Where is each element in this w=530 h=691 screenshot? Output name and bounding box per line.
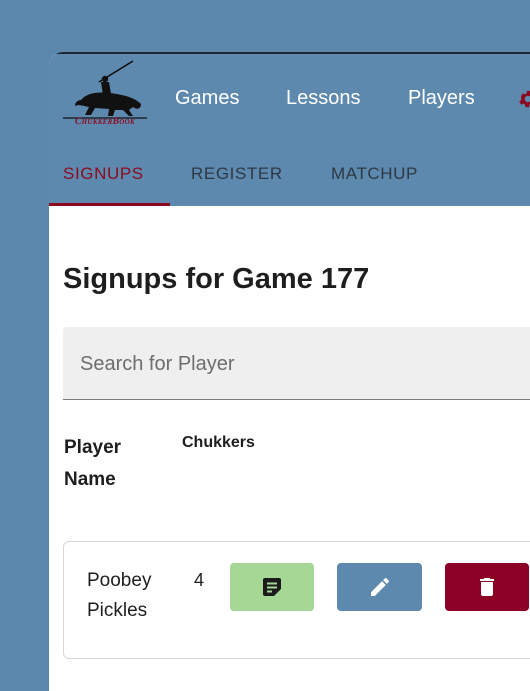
- chukkerbook-logo[interactable]: ChukkerBook: [61, 60, 149, 127]
- logo-text: ChukkerBook: [75, 117, 135, 127]
- top-navbar: ChukkerBook Games Lessons Players: [49, 52, 530, 143]
- trash-icon: [480, 578, 494, 596]
- table-row: Poobey Pickles 4: [63, 541, 530, 659]
- notes-button[interactable]: [230, 563, 314, 611]
- edit-button[interactable]: [337, 563, 422, 611]
- tab-signups[interactable]: SIGNUPS: [63, 164, 144, 184]
- nav-link-games[interactable]: Games: [175, 87, 239, 110]
- tab-bar: SIGNUPS REGISTER MATCHUP: [49, 143, 530, 206]
- notes-icon: [263, 578, 281, 596]
- nav-link-lessons[interactable]: Lessons: [286, 87, 361, 110]
- delete-button[interactable]: [445, 563, 529, 611]
- column-header-chukkers: Chukkers: [182, 434, 255, 451]
- page-title: Signups for Game 177: [63, 263, 370, 295]
- column-header-player-name: Player Name: [64, 437, 122, 490]
- active-tab-indicator: [49, 203, 170, 206]
- gear-icon[interactable]: [517, 88, 530, 110]
- pencil-icon: [370, 578, 389, 596]
- tab-matchup[interactable]: MATCHUP: [331, 164, 418, 184]
- tab-register[interactable]: REGISTER: [191, 164, 283, 184]
- player-name: Poobey Pickles: [87, 570, 152, 621]
- app-card: ChukkerBook Games Lessons Players SIGNUP…: [49, 52, 530, 691]
- nav-link-players[interactable]: Players: [408, 87, 475, 110]
- search-placeholder: Search for Player: [80, 353, 235, 375]
- search-input[interactable]: Search for Player: [63, 327, 530, 400]
- chukkers-value: 4: [194, 570, 205, 590]
- polo-player-icon: [63, 60, 147, 119]
